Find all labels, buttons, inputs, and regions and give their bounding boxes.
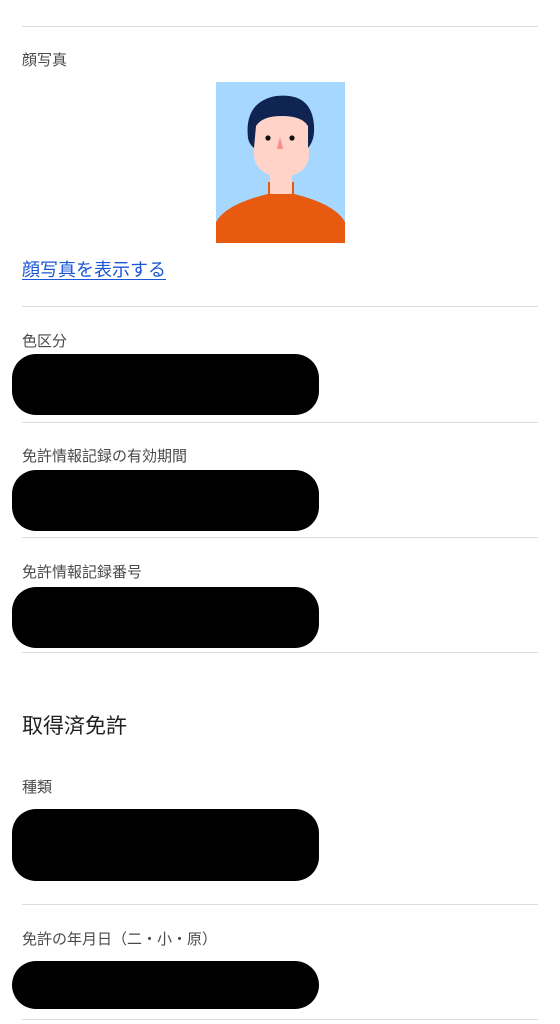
portrait-illustration-icon xyxy=(216,82,345,243)
license-date-value-redacted xyxy=(12,961,319,1009)
divider-after-license-type xyxy=(22,904,538,905)
record-number-value-redacted xyxy=(12,587,319,648)
divider-after-validity xyxy=(22,537,538,538)
license-date-label: 免許の年月日（二・小・原） xyxy=(22,930,218,948)
divider-after-photo xyxy=(22,306,538,307)
color-category-label: 色区分 xyxy=(22,332,68,350)
acquired-licenses-title: 取得済免許 xyxy=(22,714,127,738)
record-number-label: 免許情報記録番号 xyxy=(22,563,143,581)
top-divider xyxy=(22,26,538,27)
color-category-value-redacted xyxy=(12,354,319,415)
license-type-label: 種類 xyxy=(22,778,53,796)
license-type-value-redacted xyxy=(12,809,319,881)
validity-period-value-redacted xyxy=(12,470,319,531)
bottom-divider xyxy=(22,1019,538,1020)
photo-label: 顔写真 xyxy=(22,51,68,69)
divider-after-record-number xyxy=(22,652,538,653)
show-photo-link[interactable]: 顔写真を表示する xyxy=(22,258,166,284)
divider-after-color-category xyxy=(22,422,538,423)
validity-period-label: 免許情報記録の有効期間 xyxy=(22,447,188,465)
